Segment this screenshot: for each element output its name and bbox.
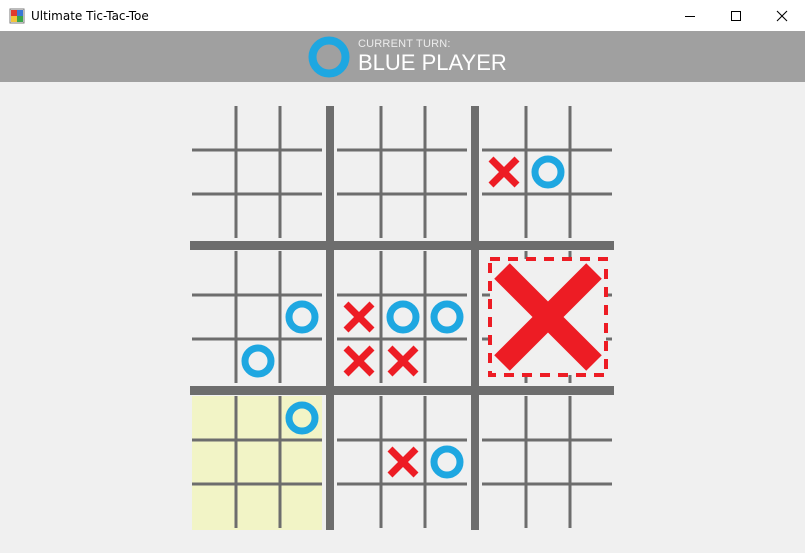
- board-cell[interactable]: [192, 251, 236, 295]
- board-cell[interactable]: [526, 150, 570, 194]
- board-cell[interactable]: [337, 106, 381, 150]
- board-cell[interactable]: [192, 339, 236, 383]
- board-cell[interactable]: [526, 396, 570, 440]
- board-cell[interactable]: [425, 339, 469, 383]
- board-cell[interactable]: [381, 194, 425, 238]
- board-cell[interactable]: [425, 150, 469, 194]
- board-cell[interactable]: [526, 440, 570, 484]
- board-cell[interactable]: [482, 440, 526, 484]
- board-cell[interactable]: [236, 440, 280, 484]
- board-cell[interactable]: [337, 251, 381, 295]
- board-cell[interactable]: [337, 440, 381, 484]
- board-cell[interactable]: [425, 194, 469, 238]
- board-cell[interactable]: [337, 194, 381, 238]
- board-cell[interactable]: [192, 440, 236, 484]
- board-cell[interactable]: [482, 150, 526, 194]
- board-cell[interactable]: [236, 339, 280, 383]
- board-cell[interactable]: [482, 396, 526, 440]
- board-cell[interactable]: [425, 106, 469, 150]
- board-cell[interactable]: [280, 484, 324, 528]
- board-cell[interactable]: [337, 150, 381, 194]
- board-cell[interactable]: [381, 396, 425, 440]
- board-cell[interactable]: [236, 295, 280, 339]
- board-cell[interactable]: [236, 251, 280, 295]
- board-cell[interactable]: [192, 295, 236, 339]
- board-cell[interactable]: [526, 484, 570, 528]
- board-cell[interactable]: [280, 150, 324, 194]
- board-cell[interactable]: [425, 440, 469, 484]
- ultimate-board: [190, 106, 614, 530]
- board-cell[interactable]: [570, 194, 614, 238]
- board-cell[interactable]: [381, 251, 425, 295]
- board-cell[interactable]: [337, 295, 381, 339]
- board-cell[interactable]: [570, 440, 614, 484]
- board-cell[interactable]: [570, 150, 614, 194]
- board-cell[interactable]: [381, 150, 425, 194]
- board-cell[interactable]: [280, 251, 324, 295]
- board-cell[interactable]: [482, 484, 526, 528]
- board-cell[interactable]: [236, 194, 280, 238]
- board-cell[interactable]: [337, 484, 381, 528]
- board-cell[interactable]: [570, 484, 614, 528]
- board-cell[interactable]: [337, 339, 381, 383]
- board-cell[interactable]: [236, 396, 280, 440]
- board-cell[interactable]: [280, 396, 324, 440]
- board-cell[interactable]: [192, 194, 236, 238]
- board-cell[interactable]: [381, 484, 425, 528]
- board-cell[interactable]: [236, 150, 280, 194]
- board-cell[interactable]: [381, 295, 425, 339]
- board-cell[interactable]: [425, 484, 469, 528]
- board-cell[interactable]: [192, 396, 236, 440]
- board-cell[interactable]: [236, 106, 280, 150]
- won-subboard-overlay: [488, 257, 608, 377]
- board-cell[interactable]: [526, 194, 570, 238]
- board-cell[interactable]: [381, 440, 425, 484]
- board-cell[interactable]: [236, 484, 280, 528]
- board-cell[interactable]: [192, 150, 236, 194]
- board-cell[interactable]: [192, 106, 236, 150]
- board-cell[interactable]: [280, 106, 324, 150]
- board-cell[interactable]: [425, 396, 469, 440]
- board-cell[interactable]: [425, 251, 469, 295]
- board-cell[interactable]: [280, 339, 324, 383]
- board-cell[interactable]: [280, 295, 324, 339]
- board-cell[interactable]: [381, 106, 425, 150]
- board-cell[interactable]: [381, 339, 425, 383]
- board-cell[interactable]: [526, 106, 570, 150]
- board-cell[interactable]: [482, 194, 526, 238]
- board-cell[interactable]: [425, 295, 469, 339]
- board-cell[interactable]: [337, 396, 381, 440]
- board-cell[interactable]: [192, 484, 236, 528]
- board-cell[interactable]: [280, 440, 324, 484]
- board-cell[interactable]: [280, 194, 324, 238]
- board-cell[interactable]: [570, 106, 614, 150]
- board-cell[interactable]: [482, 106, 526, 150]
- board-cell[interactable]: [570, 396, 614, 440]
